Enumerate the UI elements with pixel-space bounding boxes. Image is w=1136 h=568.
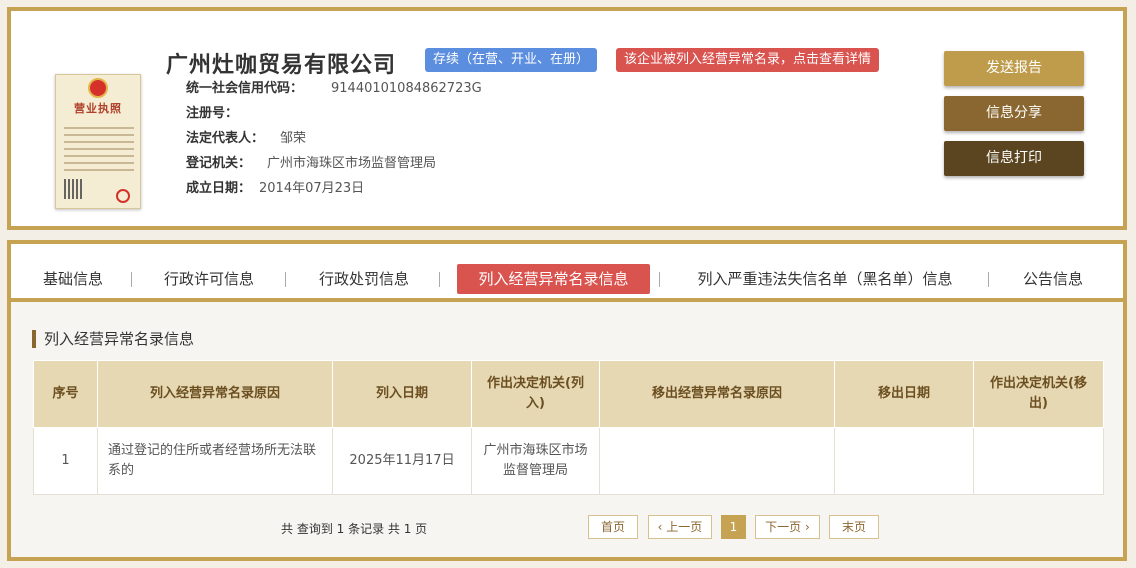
tab-separator bbox=[439, 272, 440, 287]
tab-separator bbox=[131, 272, 132, 287]
cell-include-authority: 广州市海珠区市场监督管理局 bbox=[471, 427, 600, 495]
info-legal-rep: 法定代表人： 邹荣 bbox=[186, 129, 306, 149]
prev-page-label: 上一页 bbox=[666, 520, 703, 534]
last-page-button[interactable]: 末页 bbox=[829, 515, 879, 539]
column-header: 列入日期 bbox=[332, 360, 472, 428]
qr-code-icon bbox=[64, 179, 84, 199]
share-info-button[interactable]: 信息分享 bbox=[944, 96, 1084, 131]
tab-separator bbox=[659, 272, 660, 287]
seal-icon bbox=[116, 189, 130, 203]
column-header: 作出决定机关(列入) bbox=[471, 360, 600, 428]
company-name: 广州灶咖贸易有限公司 bbox=[166, 53, 397, 78]
license-text-lines bbox=[64, 127, 134, 176]
abnormal-list-table: 序号 列入经营异常名录原因 列入日期 作出决定机关(列入) 移出经营异常名录原因… bbox=[33, 360, 1104, 495]
tab-separator bbox=[285, 272, 286, 287]
tab-abnormal-list[interactable]: 列入经营异常名录信息 bbox=[457, 264, 650, 294]
status-badge: 存续（在营、开业、在册） bbox=[425, 48, 598, 72]
chevron-left-icon: ‹ bbox=[657, 520, 667, 534]
reg-number-label: 注册号： bbox=[186, 106, 239, 121]
next-page-button[interactable]: 下一页 › bbox=[755, 515, 820, 539]
cell-include-date: 2025年11月17日 bbox=[332, 427, 472, 495]
detail-card: 基础信息 行政许可信息 行政处罚信息 列入经营异常名录信息 列入严重违法失信名单… bbox=[7, 240, 1127, 561]
established-date-label: 成立日期： bbox=[186, 181, 252, 196]
first-page-button[interactable]: 首页 bbox=[588, 515, 638, 539]
column-header: 移出日期 bbox=[834, 360, 974, 428]
tab-basic-info[interactable]: 基础信息 bbox=[33, 264, 113, 294]
national-emblem-icon bbox=[88, 78, 108, 98]
tab-admin-penalty[interactable]: 行政处罚信息 bbox=[308, 264, 420, 294]
column-header: 序号 bbox=[33, 360, 98, 428]
reg-authority-value: 广州市海珠区市场监督管理局 bbox=[267, 156, 437, 171]
tab-bar: 基础信息 行政许可信息 行政处罚信息 列入经营异常名录信息 列入严重违法失信名单… bbox=[11, 244, 1123, 302]
credit-code-label: 统一社会信用代码： bbox=[186, 81, 304, 96]
column-header: 列入经营异常名录原因 bbox=[97, 360, 333, 428]
license-title: 营业执照 bbox=[74, 102, 122, 115]
column-header: 作出决定机关(移出) bbox=[973, 360, 1104, 428]
tab-blacklist[interactable]: 列入严重违法失信名单（黑名单）信息 bbox=[680, 264, 970, 294]
info-established-date: 成立日期： 2014年07月23日 bbox=[186, 179, 364, 199]
cell-include-reason: 通过登记的住所或者经营场所无法联系的 bbox=[97, 427, 333, 495]
cell-remove-authority bbox=[973, 427, 1104, 495]
chevron-right-icon: › bbox=[801, 520, 810, 534]
prev-page-button[interactable]: ‹ 上一页 bbox=[648, 515, 712, 539]
tab-separator bbox=[988, 272, 989, 287]
abnormal-warning-badge[interactable]: 该企业被列入经营异常名录，点击查看详情 bbox=[616, 48, 880, 72]
established-date-value: 2014年07月23日 bbox=[259, 181, 365, 196]
table-row: 1 通过登记的住所或者经营场所无法联系的 2025年11月17日 广州市海珠区市… bbox=[33, 427, 1104, 495]
cell-index: 1 bbox=[33, 427, 98, 495]
business-license-image: 营业执照 bbox=[55, 74, 141, 209]
cell-remove-reason bbox=[599, 427, 835, 495]
legal-rep-value: 邹荣 bbox=[280, 131, 307, 146]
info-reg-authority: 登记机关： 广州市海珠区市场监督管理局 bbox=[186, 154, 436, 174]
legal-rep-label: 法定代表人： bbox=[186, 131, 265, 146]
reg-authority-label: 登记机关： bbox=[186, 156, 252, 171]
section-title: 列入经营异常名录信息 bbox=[32, 330, 194, 348]
tab-announcements[interactable]: 公告信息 bbox=[1013, 264, 1093, 294]
record-summary: 共 查询到 1 条记录 共 1 页 bbox=[281, 522, 428, 536]
info-reg-number: 注册号： bbox=[186, 104, 246, 124]
next-page-label: 下一页 bbox=[765, 520, 802, 534]
current-page-button[interactable]: 1 bbox=[721, 515, 746, 539]
info-credit-code: 统一社会信用代码： 91440101084862723G bbox=[186, 79, 482, 99]
send-report-button[interactable]: 发送报告 bbox=[944, 51, 1084, 86]
credit-code-value: 91440101084862723G bbox=[331, 81, 482, 96]
print-info-button[interactable]: 信息打印 bbox=[944, 141, 1084, 176]
table-header-row: 序号 列入经营异常名录原因 列入日期 作出决定机关(列入) 移出经营异常名录原因… bbox=[33, 360, 1104, 428]
company-header-card: 营业执照 广州灶咖贸易有限公司 存续（在营、开业、在册） 该企业被列入经营异常名… bbox=[7, 7, 1127, 230]
cell-remove-date bbox=[834, 427, 974, 495]
column-header: 移出经营异常名录原因 bbox=[599, 360, 835, 428]
tab-admin-license[interactable]: 行政许可信息 bbox=[153, 264, 265, 294]
